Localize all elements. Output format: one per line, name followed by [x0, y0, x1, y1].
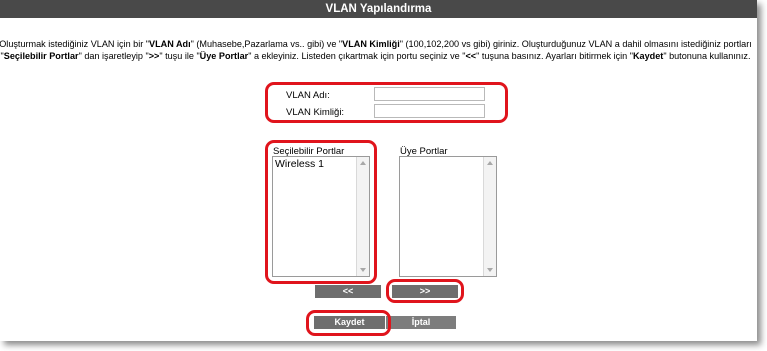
desc-part-5: " tuşu ile ": [159, 50, 200, 61]
vlan-name-label: VLAN Adı:: [286, 90, 330, 101]
vlan-id-input[interactable]: [374, 104, 485, 118]
scroll-up-icon[interactable]: [487, 161, 493, 165]
desc-bold-vlan-name: VLAN Adı: [149, 39, 191, 49]
member-ports-list[interactable]: [399, 156, 497, 277]
vlan-id-label: VLAN Kimliği:: [286, 107, 345, 118]
save-button[interactable]: Kaydet: [314, 316, 385, 329]
instructions-text: Oluşturmak istediğiniz VLAN için bir "VL…: [0, 39, 757, 62]
cancel-button[interactable]: İptal: [386, 316, 456, 329]
desc-part-8: " butonuna kullanınız.: [663, 50, 751, 61]
desc-part-6: " a ekleyiniz. Listeden çıkartmak için p…: [248, 50, 466, 61]
desc-part-4: " dan işaretleyip ": [78, 50, 149, 61]
scroll-down-icon[interactable]: [360, 268, 366, 272]
remove-port-button[interactable]: <<: [315, 285, 381, 298]
desc-part-7: " tuşuna basınız. Ayarları bitirmek için…: [476, 50, 633, 61]
member-ports-scrollbar[interactable]: [483, 157, 496, 276]
vlan-config-panel: VLAN Yapılandırma Oluşturmak istediğiniz…: [0, 0, 757, 341]
desc-bold-add-symbol: >>: [148, 50, 160, 61]
desc-bold-vlan-id: VLAN Kimliği: [342, 39, 400, 49]
list-item-wireless-1[interactable]: Wireless 1: [273, 157, 369, 170]
add-port-button[interactable]: >>: [392, 285, 458, 298]
page-title: VLAN Yapılandırma: [0, 0, 757, 18]
available-ports-scrollbar[interactable]: [356, 157, 369, 276]
desc-bold-available-ports: Seçilebilir Portlar: [3, 50, 79, 61]
scroll-up-icon[interactable]: [360, 161, 366, 165]
available-ports-list[interactable]: Wireless 1: [272, 156, 370, 277]
desc-part-1: Oluşturmak istediğiniz VLAN için bir ": [0, 39, 150, 49]
desc-part-2: " (Muhasebe,Pazarlama vs.. gibi) ve ": [190, 39, 343, 49]
desc-bold-remove-symbol: <<: [465, 50, 477, 61]
scroll-down-icon[interactable]: [487, 268, 493, 272]
desc-bold-save: Kaydet: [632, 50, 664, 61]
desc-bold-member-ports: Üye Portlar: [199, 50, 249, 61]
vlan-name-input[interactable]: [374, 87, 485, 101]
